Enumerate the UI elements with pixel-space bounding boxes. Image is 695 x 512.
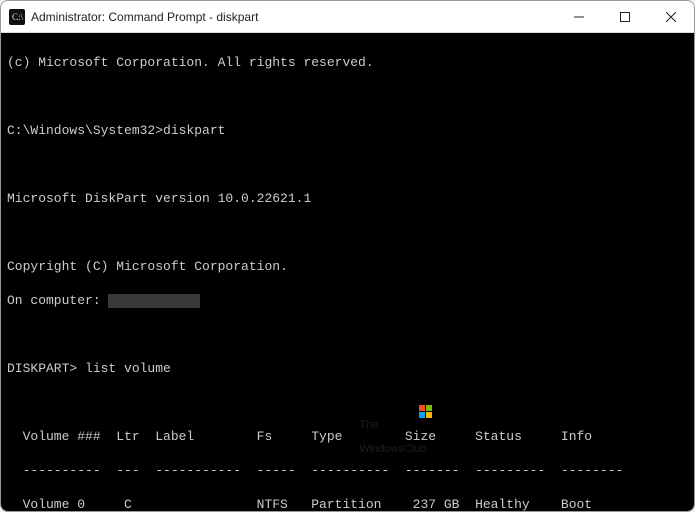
svg-text:C:\: C:\ <box>12 12 24 22</box>
close-button[interactable] <box>648 1 694 33</box>
minimize-button[interactable] <box>556 1 602 33</box>
cmd-list-volume: list volume <box>77 361 171 376</box>
on-computer-line: On computer: <box>7 292 686 309</box>
prompt-command: diskpart <box>163 123 225 138</box>
copyright-line: (c) Microsoft Corporation. All rights re… <box>7 54 686 71</box>
blank-line <box>7 394 686 411</box>
titlebar[interactable]: C:\ Administrator: Command Prompt - disk… <box>1 1 694 33</box>
computer-name-redacted <box>108 294 200 308</box>
diskpart-prompt: DISKPART> <box>7 361 77 376</box>
prompt-path: C:\Windows\System32> <box>7 123 163 138</box>
cmd-icon: C:\ <box>9 9 25 25</box>
window-controls <box>556 1 694 32</box>
blank-line <box>7 224 686 241</box>
command-prompt-window: C:\ Administrator: Command Prompt - disk… <box>0 0 695 512</box>
blank-line <box>7 88 686 105</box>
volume-table-divider: ---------- --- ----------- ----- -------… <box>7 462 686 479</box>
terminal-output[interactable]: (c) Microsoft Corporation. All rights re… <box>1 33 694 511</box>
diskpart-prompt-line: DISKPART> list volume <box>7 360 686 377</box>
volume-table-header: Volume ### Ltr Label Fs Type Size Status… <box>7 428 686 445</box>
diskpart-version: Microsoft DiskPart version 10.0.22621.1 <box>7 190 686 207</box>
maximize-button[interactable] <box>602 1 648 33</box>
on-computer-label: On computer: <box>7 293 108 308</box>
diskpart-copyright: Copyright (C) Microsoft Corporation. <box>7 258 686 275</box>
blank-line <box>7 326 686 343</box>
prompt-line: C:\Windows\System32>diskpart <box>7 122 686 139</box>
window-title: Administrator: Command Prompt - diskpart <box>31 10 556 24</box>
table-row: Volume 0 C NTFS Partition 237 GB Healthy… <box>7 496 686 511</box>
blank-line <box>7 156 686 173</box>
